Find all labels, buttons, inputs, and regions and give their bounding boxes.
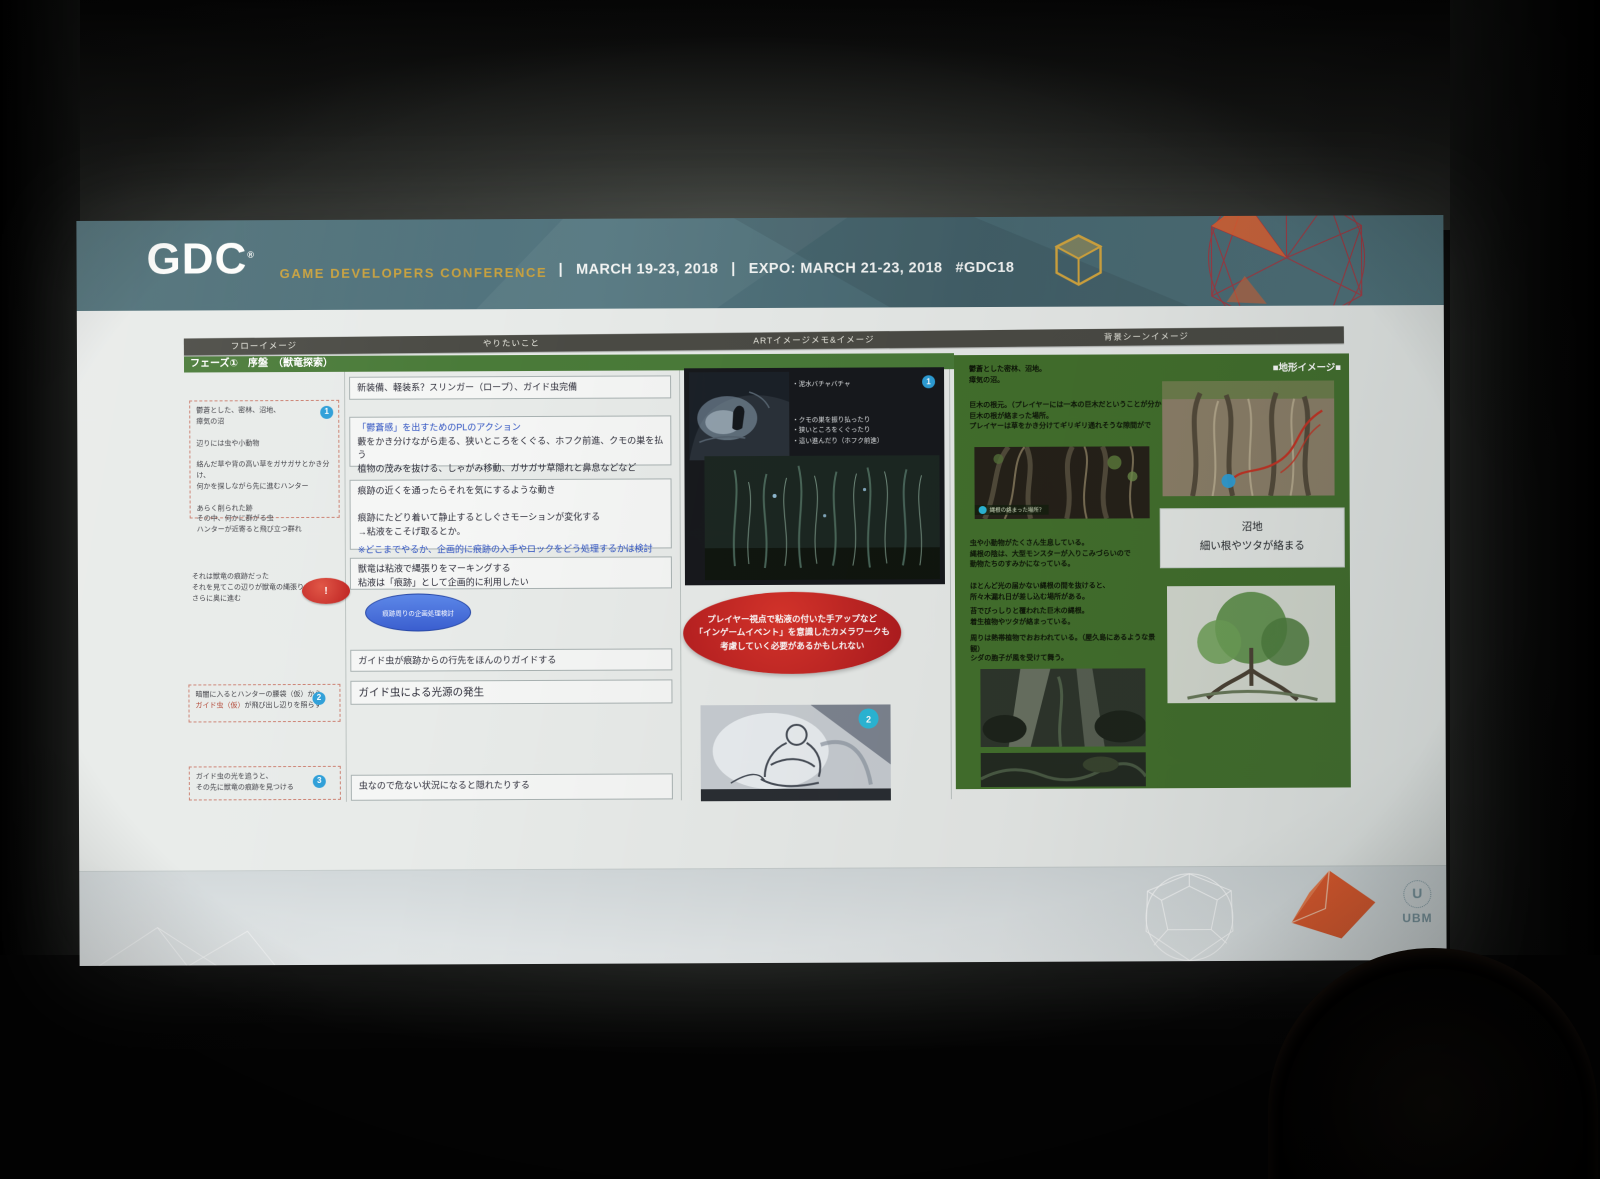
art-annotation-list: ・クモの巣を振り払ったり ・狭いところをくぐったり ・這い進んだり（ホフク前進） — [792, 415, 883, 447]
conference-title: GAME DEVELOPERS CONFERENCE — [280, 265, 548, 281]
art-image-panel: ・泥水バチャバチャ ・クモの巣を振り払ったり ・狭いところをくぐったり ・這い進… — [684, 367, 945, 585]
slide-header-band: GDC® GAME DEVELOPERS CONFERENCE | MARCH … — [76, 215, 1443, 311]
scene-paragraph: 周りは熱帯植物でおおわれている。（屋久島にあるような景観） — [970, 633, 1160, 655]
art-annotation-top: ・泥水バチャバチャ — [792, 380, 850, 391]
todo-marking: 獣竜は粘液で縄張りをマーキングする 粘液は「痕跡」として企画的に利用したい — [350, 556, 672, 589]
flow-note-line-rest: が飛び出し辺りを照らす — [244, 702, 321, 709]
column-header-flow: フローイメージ — [184, 339, 344, 353]
separator: | — [559, 262, 564, 278]
column-header-scene: 背景シーンイメージ — [949, 328, 1344, 344]
geodesic-sphere-icon — [1156, 215, 1411, 306]
svg-text:2: 2 — [866, 715, 871, 725]
concept-sketch-swamp-plants — [704, 455, 940, 580]
orange-polyhedron-icon — [1279, 868, 1379, 940]
scene-paragraph: ほとんど光の届かない縄根の間を抜けると、 所々木漏れ日が差し込む場所がある。 — [970, 581, 1110, 603]
todo-pl-actions: 「鬱蒼感」を出すためのPLのアクション 藪をかき分けながら走る、狭いところをくぐ… — [349, 415, 671, 466]
table-header-row: フローイメージ やりたいこと ARTイメージメモ&イメージ 背景シーンイメージ — [184, 326, 1344, 355]
alert-ellipse: ! — [302, 578, 350, 604]
projection-screen: GDC® GAME DEVELOPERS CONFERENCE | MARCH … — [76, 215, 1446, 966]
dates-text: MARCH 19-23, 2018 — [576, 261, 718, 278]
plan-check-ellipse: 痕跡周りの企画処理検討 — [365, 593, 471, 631]
concept-image-terrain — [1162, 380, 1335, 496]
todo-title-blue: 「鬱蒼感」を出すためのPLのアクション — [357, 420, 663, 435]
step-badge-1: 1 — [320, 406, 333, 419]
scene-paragraph: 虫や小動物がたくさん生息している。 縄根の陰は、大型モンスターが入りこみづらいの… — [970, 538, 1131, 570]
todo-guide-direction: ガイド虫が痕跡からの行先をほんのりガイドする — [350, 648, 672, 671]
roots-image-overlay: 縄根の絡まった場所？ — [974, 446, 1149, 519]
scene-paragraph: 巨木の根元。（プレイヤーには一本の巨木だということが分から 巨木の根が絡まった場… — [969, 400, 1168, 432]
art-badge-1: 1 — [922, 375, 935, 388]
terrain-image-title: ■地形イメージ■ — [1159, 359, 1341, 374]
column-divider — [679, 370, 682, 800]
room-wall — [0, 0, 1600, 230]
step-badge-2: 2 — [312, 692, 325, 705]
scene-paragraph: 鬱蒼とした密林、沼地。 瘴気の沼。 — [969, 365, 1046, 386]
hashtag-text: #GDC18 — [955, 260, 1014, 276]
todo-body: 藪をかき分けながら走る、狭いところをくぐる、ホフク前進、クモの巣を払う 植物の茂… — [357, 434, 663, 476]
todo-note-blue: ※どこまでやるか、企画的に痕跡の入手やロックをどう処理するかは検討 — [358, 542, 664, 557]
flow-note-environment: 鬱蒼とした、密林、沼地、 瘴気の沼 辺りには虫や小動物 絡んだ草や背の高い草をガ… — [189, 400, 340, 519]
ubm-mark-icon: U — [1403, 880, 1431, 908]
footer-line-art-left — [87, 921, 277, 966]
concept-image-strip — [981, 752, 1146, 787]
swamp-label-box: 沼地 細い根やツタが絡まる — [1160, 507, 1345, 568]
gdc-logo: GDC® — [146, 237, 255, 281]
dodecahedron-icon — [1099, 869, 1279, 963]
concept-image-jungle-light — [980, 668, 1145, 747]
caption-text: 縄根の絡まった場所？ — [990, 506, 1045, 514]
ubm-brand-text: UBM — [1397, 911, 1437, 925]
image-caption: 縄根の絡まった場所？ — [975, 505, 1049, 515]
conference-dates: | MARCH 19-23, 2018 | EXPO: MARCH 21-23,… — [559, 260, 1015, 278]
guide-bug-red-text: ガイド虫（仮） — [195, 702, 244, 709]
photo-of-projection: GDC® GAME DEVELOPERS CONFERENCE | MARCH … — [0, 0, 1600, 1179]
column-header-todo: やりたいこと — [344, 335, 679, 351]
scene-paragraph: シダの胞子が風を受けて舞う。 — [970, 654, 1068, 665]
todo-bug-hides: 虫なので危ない状況になると隠れたりする — [351, 773, 673, 800]
slide-footer-band: U UBM — [79, 865, 1446, 966]
expo-dates-text: EXPO: MARCH 21-23, 2018 — [749, 260, 943, 277]
todo-track-behavior: 痕跡の近くを通ったらそれを気にするような動き 痕跡にたどり着いて静止するとしぐさ… — [350, 478, 672, 549]
concept-sketch-cave — [689, 372, 789, 460]
concept-image-mossy-tree — [1167, 585, 1336, 703]
ubm-logo: U UBM — [1397, 880, 1437, 925]
concept-sketch-hunter: 2 — [701, 704, 891, 801]
separator: | — [731, 261, 736, 277]
todo-body: 痕跡の近くを通ったらそれを気にするような動き 痕跡にたどり着いて静止するとしぐさ… — [358, 483, 664, 538]
flow-note-text: 鬱蒼とした、密林、沼地、 瘴気の沼 辺りには虫や小動物 絡んだ草や背の高い草をガ… — [196, 406, 333, 537]
scene-panel: 鬱蒼とした密林、沼地。 瘴気の沼。 巨木の根元。（プレイヤーには一本の巨木だとい… — [954, 353, 1351, 789]
column-divider — [949, 369, 952, 799]
todo-light-source: ガイド虫による光源の発生 — [350, 679, 672, 704]
camera-note-ellipse: プレイヤー視点で粘液の付いた手アップなど 「インゲームイベント」を意識したカメラ… — [683, 591, 901, 674]
caption-dot-icon — [979, 506, 987, 514]
step-badge-3: 3 — [313, 775, 326, 788]
scene-paragraph: 苔でびっしりと覆われた巨木の縄根。 着生植物やツタが絡まっている。 — [970, 607, 1089, 629]
registered-mark: ® — [247, 250, 255, 260]
cube-icon — [1052, 233, 1104, 289]
flow-note-follow-light: ガイド虫の光を追うと、 その先に獣竜の痕跡を見つける 3 — [189, 766, 341, 801]
todo-equipment: 新装備、軽装系？スリンガー（ロープ）、ガイド虫完備 — [349, 375, 671, 399]
column-header-art: ARTイメージメモ&イメージ — [679, 333, 949, 348]
flow-note-guide-bug: 暗闇に入るとハンターの腰袋（仮）から ガイド虫（仮）が飛び出し辺りを照らす 2 — [188, 684, 340, 723]
